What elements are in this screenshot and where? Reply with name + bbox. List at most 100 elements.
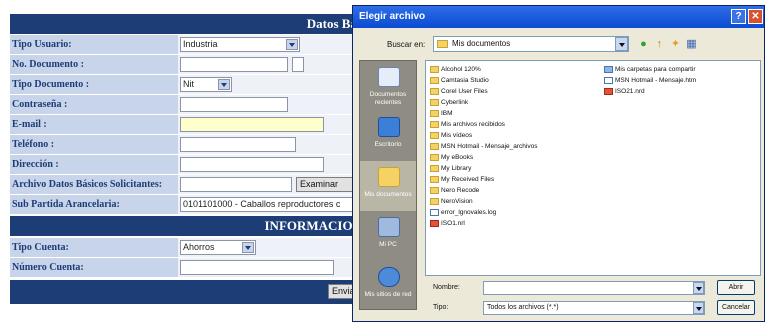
- dialog-titlebar: Elegir archivo ? ✕: [353, 6, 764, 28]
- file-name: Mis archivos recibidos: [441, 121, 505, 128]
- no-documento-check-input[interactable]: [292, 57, 304, 72]
- folder-icon: [430, 65, 439, 73]
- file-list: Alcohol 120% Camtasia Studio Corel User …: [425, 60, 761, 276]
- recent-documents-icon: [378, 67, 400, 87]
- cancel-button[interactable]: Cancelar: [717, 300, 755, 315]
- list-item[interactable]: IBM: [430, 109, 453, 118]
- back-icon[interactable]: ●: [637, 37, 650, 51]
- list-item[interactable]: ISO1.nrl: [430, 219, 465, 228]
- list-item[interactable]: error_lgnovales.log: [430, 208, 496, 217]
- file-name: My Library: [441, 165, 472, 172]
- network-icon: [378, 267, 400, 287]
- place-my-computer[interactable]: Mi PC: [360, 211, 416, 261]
- filename-input[interactable]: [483, 281, 705, 295]
- help-button[interactable]: ?: [731, 9, 746, 24]
- folder-icon: [430, 131, 439, 139]
- label-email: E-mail :: [10, 115, 178, 134]
- place-label: Mis sitios de red: [364, 291, 412, 298]
- folder-icon: [430, 109, 439, 117]
- place-desktop[interactable]: Escritorio: [360, 111, 416, 161]
- file-name: error_lgnovales.log: [441, 209, 497, 216]
- list-item[interactable]: ISO21.nrd: [604, 87, 645, 96]
- row-tipo-documento: Tipo Documento : Nit: [10, 75, 370, 94]
- value-cell: 0101101000 - Caballos reproductores c: [178, 195, 370, 214]
- list-item[interactable]: My Received Files: [430, 175, 494, 184]
- list-item[interactable]: Alcohol 120%: [430, 65, 481, 74]
- email-input[interactable]: [180, 117, 324, 132]
- file-name: ISO21.nrd: [615, 88, 645, 95]
- list-item[interactable]: NeroVision: [430, 197, 473, 206]
- no-documento-input[interactable]: [180, 57, 288, 72]
- row-tipo-usuario: Tipo Usuario: Industria: [10, 35, 370, 54]
- chevron-down-icon[interactable]: [693, 282, 704, 294]
- value-cell: Ahorros: [178, 238, 370, 257]
- file-name: Corel User Files: [441, 88, 488, 95]
- archivo-input[interactable]: [180, 177, 292, 192]
- chevron-down-icon[interactable]: [615, 37, 628, 51]
- list-item[interactable]: Mis archivos recibidos: [430, 120, 505, 129]
- folder-icon: [430, 142, 439, 150]
- places-bar: Documentos recientes Escritorio Mis docu…: [359, 60, 417, 310]
- folder-icon: [430, 153, 439, 161]
- place-my-documents[interactable]: Mis documentos: [360, 161, 416, 211]
- row-no-documento: No. Documento :: [10, 55, 370, 74]
- log-file-icon: [430, 208, 439, 216]
- list-item[interactable]: Mis carpetas para compartir: [604, 65, 696, 74]
- tipo-cuenta-select[interactable]: Ahorros: [180, 240, 256, 255]
- open-button[interactable]: Abrir: [717, 280, 755, 295]
- chevron-down-icon[interactable]: [693, 302, 704, 314]
- new-folder-icon[interactable]: ✦: [669, 37, 682, 51]
- file-name: My eBooks: [441, 154, 474, 161]
- label-direccion: Dirección :: [10, 155, 178, 174]
- views-menu-icon[interactable]: ▦: [685, 37, 698, 51]
- look-in-select[interactable]: Mis documentos: [433, 36, 629, 52]
- row-archivo: Archivo Datos Básicos Solicitantes: Exam…: [10, 175, 370, 194]
- chevron-down-icon: [286, 39, 298, 50]
- tipo-usuario-value: Industria: [183, 39, 218, 49]
- folder-icon: [430, 164, 439, 172]
- row-sub-partida: Sub Partida Arancelaria: 0101101000 - Ca…: [10, 195, 370, 214]
- list-item[interactable]: MSN Hotmail - Mensaje_archivos: [430, 142, 537, 151]
- folder-icon: [430, 98, 439, 106]
- list-item[interactable]: Mis vídeos: [430, 131, 472, 140]
- file-name: NeroVision: [441, 198, 473, 205]
- file-name: MSN Hotmail - Mensaje.htm: [615, 77, 697, 84]
- value-cell: Nit: [178, 75, 370, 94]
- list-item[interactable]: Cyberlink: [430, 98, 468, 107]
- list-item[interactable]: My Library: [430, 164, 471, 173]
- tipo-documento-select[interactable]: Nit: [180, 77, 232, 92]
- telefono-input[interactable]: [180, 137, 296, 152]
- sub-partida-select[interactable]: 0101101000 - Caballos reproductores c: [180, 197, 370, 212]
- list-item[interactable]: MSN Hotmail - Mensaje.htm: [604, 76, 696, 85]
- row-numero-cuenta: Número Cuenta:: [10, 258, 370, 277]
- place-label: Mi PC: [379, 241, 397, 248]
- row-direccion: Dirección :: [10, 155, 370, 174]
- label-tipo-cuenta: Tipo Cuenta:: [10, 238, 178, 257]
- folder-icon: [430, 76, 439, 84]
- row-contrasena: Contraseña :: [10, 95, 370, 114]
- label-numero-cuenta: Número Cuenta:: [10, 258, 178, 277]
- place-recent-documents[interactable]: Documentos recientes: [360, 61, 416, 111]
- up-folder-icon[interactable]: ↑: [653, 37, 666, 51]
- place-label: Escritorio: [374, 141, 402, 148]
- contrasena-input[interactable]: [180, 97, 288, 112]
- tipo-usuario-select[interactable]: Industria: [180, 37, 300, 52]
- list-item[interactable]: Camtasia Studio: [430, 76, 489, 85]
- filetype-select[interactable]: Todos los archivos (*.*): [483, 301, 705, 315]
- numero-cuenta-input[interactable]: [180, 260, 334, 275]
- nero-file-icon: [604, 87, 613, 95]
- folder-icon: [430, 87, 439, 95]
- close-button[interactable]: ✕: [748, 9, 763, 24]
- direccion-input[interactable]: [180, 157, 324, 172]
- file-name: Camtasia Studio: [441, 77, 489, 84]
- file-name: Mis carpetas para compartir: [615, 66, 696, 73]
- list-item[interactable]: My eBooks: [430, 153, 473, 162]
- place-network[interactable]: Mis sitios de red: [360, 261, 416, 311]
- file-name: Alcohol 120%: [441, 66, 481, 73]
- list-item[interactable]: Nero Recode: [430, 186, 479, 195]
- folder-icon: [430, 175, 439, 183]
- chevron-down-icon: [242, 242, 254, 253]
- file-name: Mis vídeos: [441, 132, 473, 139]
- desktop-icon: [378, 117, 400, 137]
- list-item[interactable]: Corel User Files: [430, 87, 488, 96]
